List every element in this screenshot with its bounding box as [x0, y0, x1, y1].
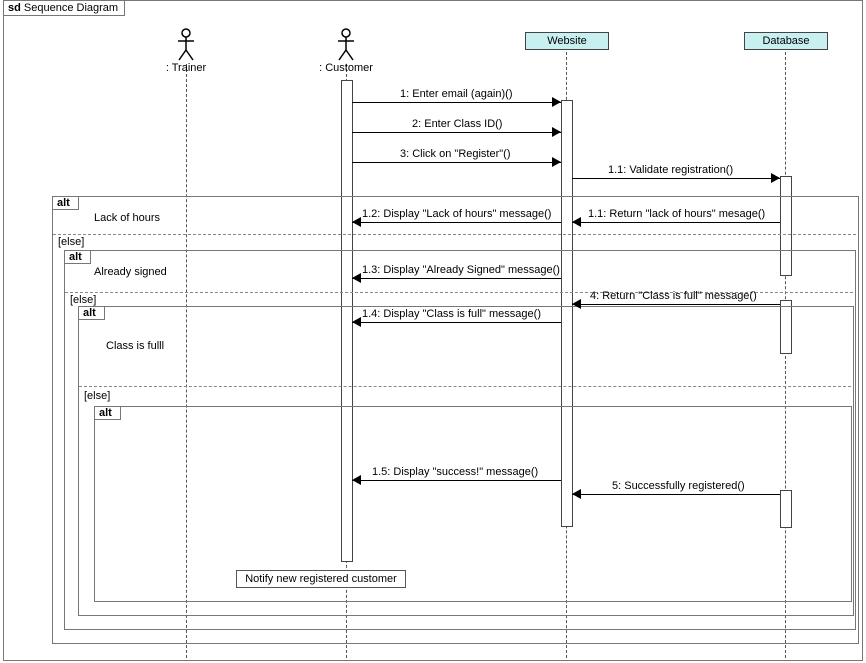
msg-d15-label: 1.5: Display "success!" message() [372, 466, 538, 478]
msg-3-arrow [552, 157, 561, 167]
msg-3-label: 3: Click on "Register"() [400, 148, 511, 160]
alt-2-else: [else] [70, 294, 96, 306]
msg-d14-arrow [352, 317, 361, 327]
alt-3-else: [else] [84, 390, 110, 402]
msg-r5-line [572, 494, 780, 495]
note-notify: Notify new registered customer [236, 570, 406, 588]
alt-3-tab: alt [79, 307, 105, 320]
person-icon [176, 28, 196, 62]
alt-2-tab: alt [65, 251, 91, 264]
alt-3-guard: Class is fulll [106, 340, 164, 352]
msg-d12-arrow [352, 217, 361, 227]
msg-r4-arrow [572, 299, 581, 309]
actor-customer-label: : Customer [316, 62, 376, 74]
frame-kind: sd [8, 2, 21, 14]
msg-2-label: 2: Enter Class ID() [412, 118, 502, 130]
msg-d13-line [352, 278, 561, 279]
msg-11-line [572, 178, 780, 179]
sequence-diagram: sd Sequence Diagram : Trainer : Customer… [0, 0, 866, 663]
msg-1-arrow [552, 97, 561, 107]
msg-d15-arrow [352, 475, 361, 485]
msg-d13-arrow [352, 273, 361, 283]
participant-database: Database [744, 32, 828, 50]
alt-1-else: [else] [58, 236, 84, 248]
msg-d14-line [352, 322, 561, 323]
msg-d14-label: 1.4: Display "Class is full" message() [362, 308, 541, 320]
actor-customer: : Customer [316, 28, 376, 74]
alt-1-tab: alt [53, 197, 79, 210]
msg-2-line [352, 132, 561, 133]
msg-r4-line [572, 304, 780, 305]
msg-r5-label: 5: Successfully registered() [612, 480, 745, 492]
msg-2-arrow [552, 127, 561, 137]
msg-3-line [352, 162, 561, 163]
msg-r5-arrow [572, 489, 581, 499]
alt-1-sep [53, 234, 856, 235]
msg-1-line [352, 102, 561, 103]
msg-11-label: 1.1: Validate registration() [608, 164, 733, 176]
actor-trainer: : Trainer [160, 28, 212, 74]
msg-r111-arrow [572, 217, 581, 227]
alt-3-sep [79, 386, 851, 387]
msg-d12-label: 1.2: Display "Lack of hours" message() [362, 208, 551, 220]
msg-r111-label: 1.1: Return "lack of hours" mesage() [588, 208, 765, 220]
alt-1-guard: Lack of hours [94, 212, 160, 224]
msg-r111-line [572, 222, 780, 223]
alt-4 [94, 406, 852, 602]
frame-title: Sequence Diagram [24, 2, 118, 14]
actor-trainer-label: : Trainer [160, 62, 212, 74]
alt-4-tab: alt [95, 407, 121, 420]
person-icon [336, 28, 356, 62]
participant-website: Website [525, 32, 609, 50]
msg-d15-line [352, 480, 561, 481]
msg-d13-label: 1.3: Display "Already Signed" message() [362, 264, 560, 276]
msg-d12-line [352, 222, 561, 223]
alt-2-guard: Already signed [94, 266, 167, 278]
msg-r4-label: 4: Return "Class is full" message() [590, 290, 757, 302]
msg-1-label: 1: Enter email (again)() [400, 88, 513, 100]
msg-11-arrow [771, 173, 780, 183]
frame-title-tab: sd Sequence Diagram [3, 0, 125, 16]
